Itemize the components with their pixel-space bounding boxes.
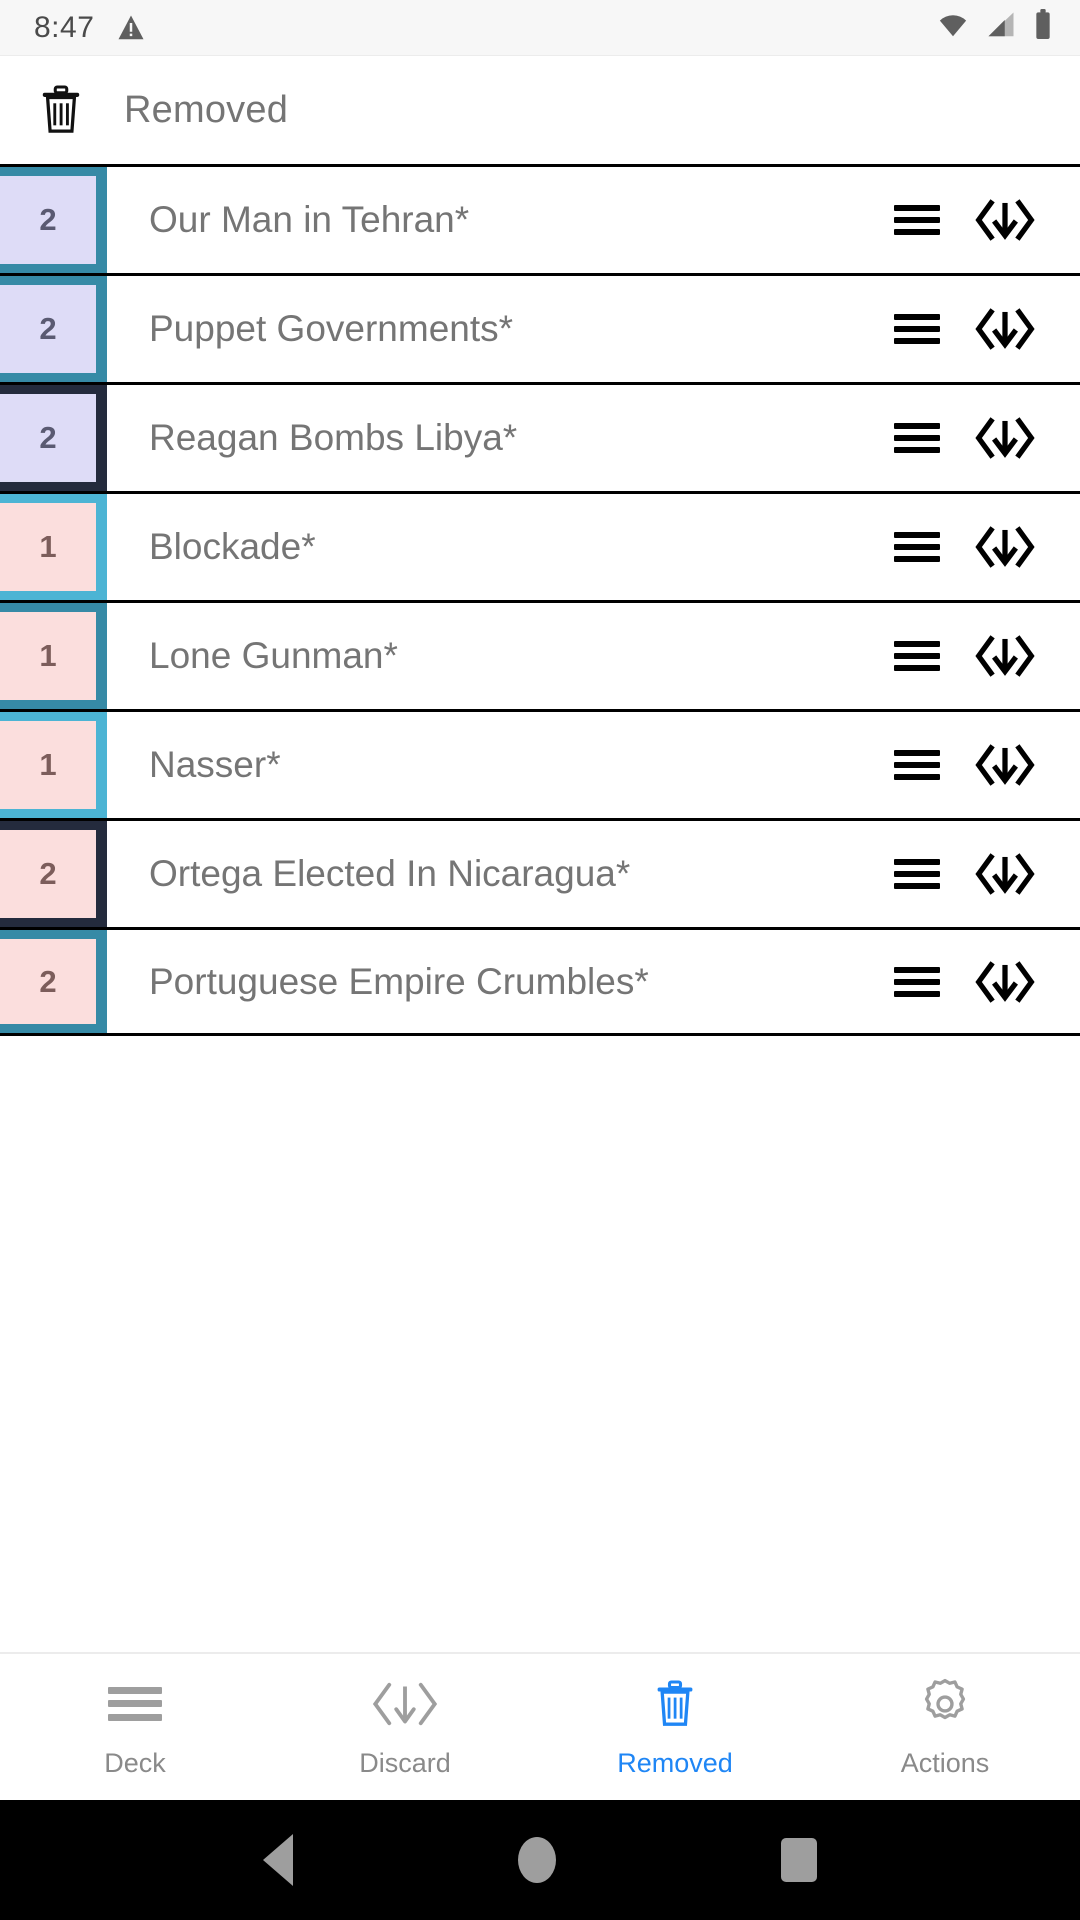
card-ops-value: 2 (0, 394, 96, 482)
hamburger-icon[interactable] (894, 641, 940, 671)
table-row[interactable]: 2 Portuguese Empire Crumbles* (0, 927, 1080, 1036)
recents-button[interactable] (781, 1838, 818, 1882)
card-ops-badge: 2 (0, 276, 107, 382)
nav-item-removed[interactable]: Removed (540, 1654, 810, 1800)
hamburger-icon[interactable] (894, 423, 940, 453)
trash-icon (36, 82, 86, 138)
hamburger-icon[interactable] (894, 532, 940, 562)
hamburger-icon[interactable] (894, 314, 940, 344)
battery-icon (1032, 9, 1054, 46)
app-screen: 8:47 Removed 2 Our Man in Tehran* 2 Pupp… (0, 0, 1080, 1920)
nav-label-actions: Actions (900, 1747, 990, 1778)
discard-icon (370, 1676, 440, 1732)
card-title: Blockade* (149, 526, 316, 567)
row-actions (894, 712, 1080, 818)
table-row[interactable]: 1 Nasser* (0, 709, 1080, 818)
table-row[interactable]: 2 Puppet Governments* (0, 273, 1080, 382)
wifi-icon (936, 10, 970, 45)
android-system-navigation (0, 1800, 1080, 1920)
nav-label-removed: Removed (617, 1747, 733, 1778)
discard-icon[interactable] (974, 852, 1036, 896)
status-bar-icons (936, 9, 1054, 46)
card-ops-badge: 2 (0, 821, 107, 927)
row-actions (894, 821, 1080, 927)
nav-label-discard: Discard (359, 1747, 451, 1778)
card-title: Puppet Governments* (149, 308, 514, 349)
card-title: Our Man in Tehran* (149, 199, 470, 240)
card-ops-badge: 2 (0, 930, 107, 1033)
card-ops-value: 2 (0, 285, 96, 373)
discard-icon[interactable] (974, 198, 1036, 242)
page-title: Removed (124, 88, 289, 131)
discard-icon[interactable] (974, 307, 1036, 351)
card-ops-badge: 1 (0, 712, 107, 818)
nav-label-deck: Deck (104, 1747, 166, 1778)
discard-icon[interactable] (974, 416, 1036, 460)
discard-icon[interactable] (974, 743, 1036, 787)
card-ops-value: 1 (0, 503, 96, 591)
cellular-signal-icon (984, 10, 1018, 45)
nav-item-deck[interactable]: Deck (0, 1654, 270, 1800)
hamburger-icon (108, 1676, 162, 1732)
discard-icon[interactable] (974, 634, 1036, 678)
gear-icon (918, 1676, 972, 1732)
status-bar-clock: 8:47 (34, 10, 95, 44)
back-button[interactable] (262, 1834, 293, 1886)
card-title: Nasser* (149, 744, 281, 785)
card-ops-value: 2 (0, 939, 96, 1024)
table-row[interactable]: 2 Reagan Bombs Libya* (0, 382, 1080, 491)
hamburger-icon[interactable] (894, 966, 940, 997)
table-row[interactable]: 2 Ortega Elected In Nicaragua* (0, 818, 1080, 927)
row-actions (894, 930, 1080, 1033)
empty-list-area (0, 1036, 1080, 1652)
warning-icon (116, 13, 146, 43)
home-button[interactable] (517, 1837, 556, 1883)
hamburger-icon[interactable] (894, 750, 940, 780)
row-actions (894, 276, 1080, 382)
card-title: Ortega Elected In Nicaragua* (149, 853, 631, 894)
table-row[interactable]: 1 Lone Gunman* (0, 600, 1080, 709)
table-row[interactable]: 1 Blockade* (0, 491, 1080, 600)
discard-icon[interactable] (974, 960, 1036, 1004)
card-ops-value: 2 (0, 830, 96, 918)
row-actions (894, 167, 1080, 273)
card-title: Reagan Bombs Libya* (149, 417, 518, 458)
status-bar: 8:47 (0, 0, 1080, 56)
row-actions (894, 385, 1080, 491)
card-ops-badge: 1 (0, 494, 107, 600)
row-actions (894, 603, 1080, 709)
card-ops-value: 1 (0, 612, 96, 700)
card-ops-value: 2 (0, 176, 96, 264)
table-row[interactable]: 2 Our Man in Tehran* (0, 164, 1080, 273)
card-ops-badge: 2 (0, 385, 107, 491)
removed-cards-list: 2 Our Man in Tehran* 2 Puppet Government… (0, 164, 1080, 1036)
nav-item-actions[interactable]: Actions (810, 1654, 1080, 1800)
trash-icon (653, 1676, 697, 1732)
card-ops-value: 1 (0, 721, 96, 809)
hamburger-icon[interactable] (894, 859, 940, 889)
card-ops-badge: 2 (0, 167, 107, 273)
bottom-navigation: Deck Discard Removed Actions (0, 1652, 1080, 1800)
hamburger-icon[interactable] (894, 205, 940, 235)
card-title: Lone Gunman* (149, 635, 398, 676)
card-title: Portuguese Empire Crumbles* (149, 960, 649, 1002)
card-ops-badge: 1 (0, 603, 107, 709)
page-header: Removed (0, 56, 1080, 164)
row-actions (894, 494, 1080, 600)
discard-icon[interactable] (974, 525, 1036, 569)
nav-item-discard[interactable]: Discard (270, 1654, 540, 1800)
